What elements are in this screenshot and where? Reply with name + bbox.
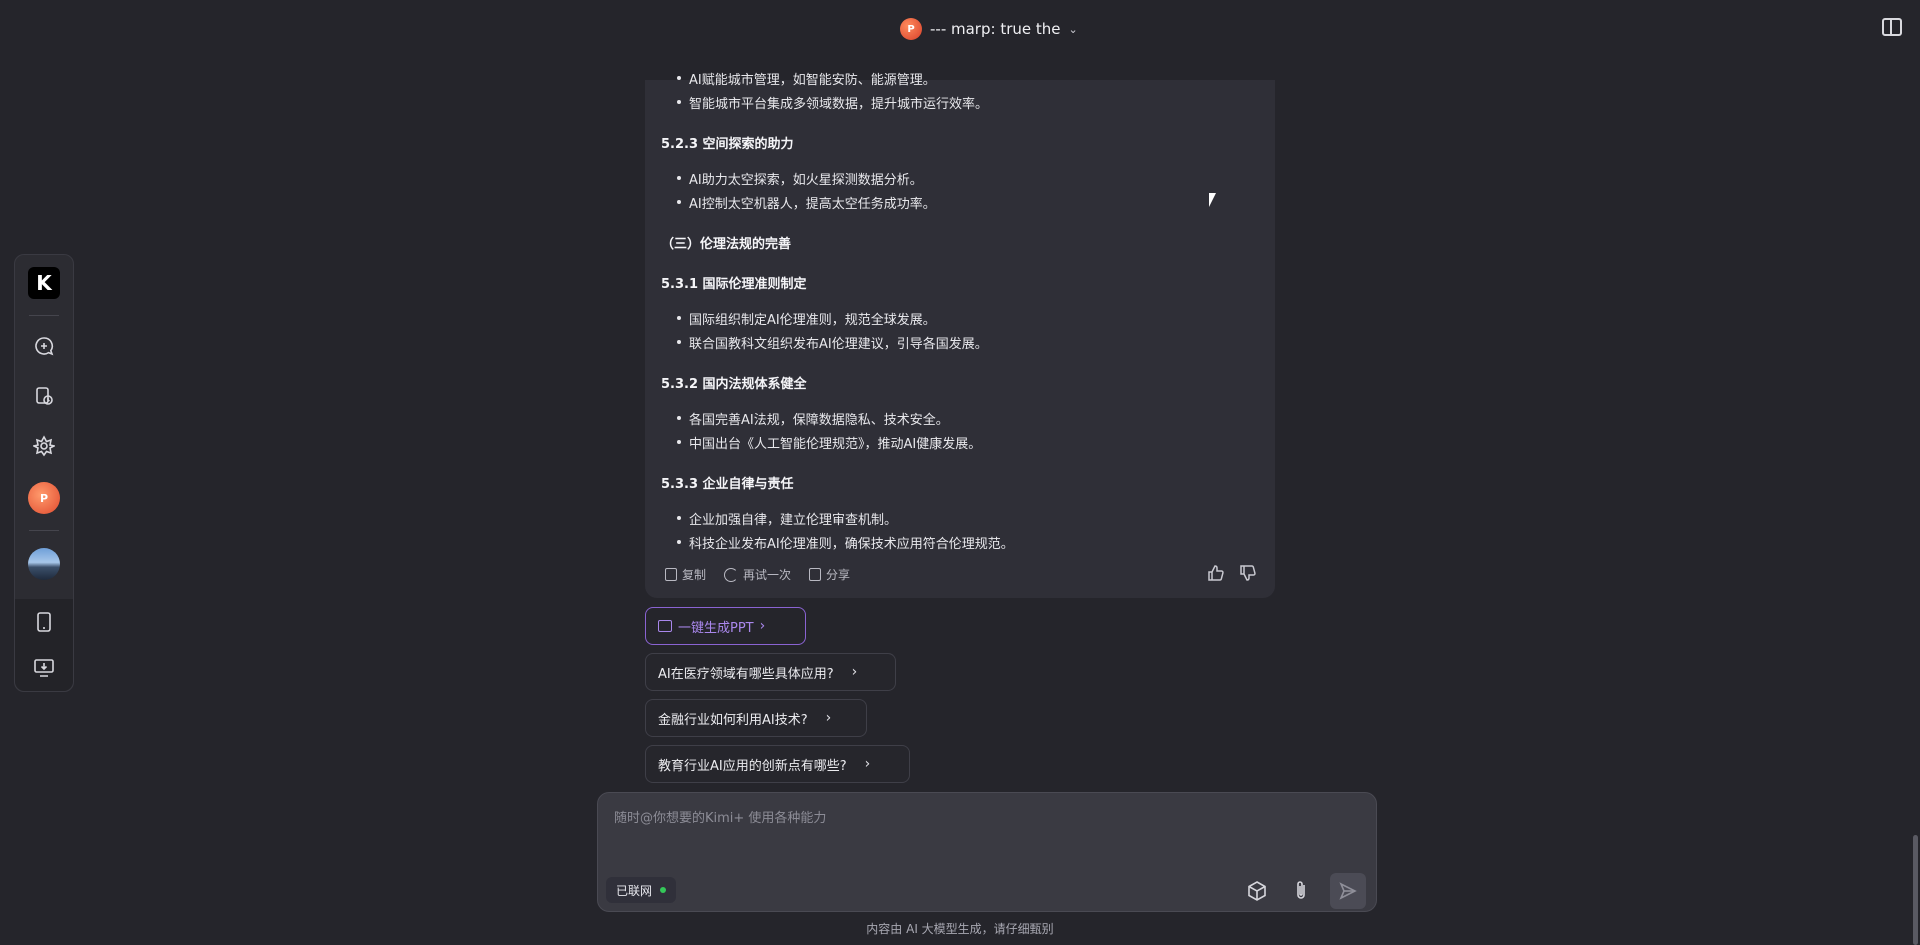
chevron-down-icon[interactable]: ⌄ <box>1069 23 1078 36</box>
list-item: 科技企业发布AI伦理准则，确保技术应用符合伦理规范。 <box>677 533 1014 552</box>
copy-icon <box>665 568 677 581</box>
chevron-right-icon: › <box>851 664 858 680</box>
kimi-plus-icon[interactable] <box>29 431 59 461</box>
attachment-icon[interactable] <box>1286 876 1316 906</box>
presentation-icon <box>658 620 672 632</box>
section-heading: 5.3.3 企业自律与责任 <box>661 477 794 492</box>
sidebar-divider <box>29 315 59 316</box>
list-item: AI助力太空探索，如火星探测数据分析。 <box>677 169 923 188</box>
disclaimer: 内容由 AI 大模型生成，请仔细甄别 <box>866 922 1054 936</box>
section-heading: （三）伦理法规的完善 <box>661 237 792 252</box>
list-item: AI赋能城市管理，如智能安防、能源管理。 <box>677 69 936 88</box>
conversation-title-text: --- marp: true the <box>930 20 1061 38</box>
suggestion-item[interactable]: 金融行业如何利用AI技术? › <box>645 699 867 737</box>
mobile-icon[interactable] <box>29 607 59 637</box>
share-button[interactable]: 分享 <box>809 566 850 583</box>
chevron-right-icon: › <box>864 756 871 772</box>
list-item: 企业加强自律，建立伦理审查机制。 <box>676 509 897 528</box>
panel-toggle-icon[interactable] <box>1882 18 1902 36</box>
input-tools <box>1242 873 1366 909</box>
sidebar-bottom <box>15 599 73 691</box>
sidebar: K P <box>14 254 74 692</box>
copy-label: 复制 <box>682 568 707 582</box>
list-item: 智能城市平台集成多领域数据，提升城市运行效率。 <box>676 93 988 112</box>
list-item: 中国出台《人工智能伦理规范》，推动AI健康发展。 <box>676 433 981 452</box>
retry-label: 再试一次 <box>743 568 792 582</box>
section-heading: 5.3.1 国际伦理准则制定 <box>661 277 807 292</box>
scrollbar[interactable] <box>1913 835 1918 945</box>
share-label: 分享 <box>826 568 851 582</box>
cube-icon[interactable] <box>1242 876 1272 906</box>
chat-input[interactable]: 随时@你想要的Kimi+ 使用各种能力 <box>614 807 826 826</box>
suggestion-label: AI在医疗领域有哪些具体应用? <box>658 666 834 682</box>
suggestion-label: 教育行业AI应用的创新点有哪些? <box>658 758 847 774</box>
section-heading: 5.2.3 空间探索的助力 <box>661 137 794 152</box>
kimi-logo[interactable]: K <box>28 267 60 299</box>
ppt-assistant-avatar[interactable]: P <box>28 482 60 514</box>
chat-input-box[interactable]: 随时@你想要的Kimi+ 使用各种能力 已联网 <box>597 792 1377 912</box>
refresh-icon <box>724 567 739 582</box>
message-actions: 复制 再试一次 分享 <box>665 566 850 583</box>
conversation-title[interactable]: P --- marp: true the ⌄ <box>900 16 1078 42</box>
mouse-cursor-icon <box>1209 193 1216 207</box>
share-icon <box>809 568 822 581</box>
top-bar: P --- marp: true the ⌄ <box>0 0 1920 58</box>
retry-button[interactable]: 再试一次 <box>724 566 791 583</box>
suggestion-label: 金融行业如何利用AI技术? <box>658 712 808 728</box>
thumbs-up-icon[interactable] <box>1207 564 1225 586</box>
ppt-icon: P <box>900 18 922 40</box>
list-item: 各国完善AI法规，保障数据隐私、技术安全。 <box>677 409 949 428</box>
section-heading: 5.3.2 国内法规体系健全 <box>661 377 807 392</box>
sidebar-divider <box>29 530 59 531</box>
list-item: AI控制太空机器人，提高太空任务成功率。 <box>677 193 936 212</box>
assistant-message: AI赋能城市管理，如智能安防、能源管理。 智能城市平台集成多领域数据，提升城市运… <box>645 73 1275 598</box>
list-item: 国际组织制定AI伦理准则，规范全球发展。 <box>677 309 936 328</box>
online-dot-icon <box>660 887 667 893</box>
user-avatar[interactable] <box>28 548 60 580</box>
desktop-download-icon[interactable] <box>29 653 59 683</box>
thumbs-down-icon[interactable] <box>1239 564 1257 586</box>
copy-button[interactable]: 复制 <box>665 566 706 583</box>
generate-ppt-button[interactable]: 一键生成PPT › <box>645 607 806 645</box>
suggestion-item[interactable]: AI在医疗领域有哪些具体应用? › <box>645 653 896 691</box>
network-status-badge[interactable]: 已联网 <box>606 877 677 903</box>
generate-ppt-label: 一键生成PPT <box>678 620 754 636</box>
chevron-right-icon: › <box>825 710 832 726</box>
history-icon[interactable] <box>29 381 59 411</box>
list-item: 联合国教科文组织发布AI伦理建议，引导各国发展。 <box>677 333 988 352</box>
suggestion-item[interactable]: 教育行业AI应用的创新点有哪些? › <box>645 745 910 783</box>
send-button[interactable] <box>1330 873 1366 909</box>
new-chat-icon[interactable] <box>29 331 59 361</box>
chevron-right-icon: › <box>759 618 766 634</box>
feedback-buttons <box>1207 564 1257 586</box>
network-status-label: 已联网 <box>616 883 653 898</box>
